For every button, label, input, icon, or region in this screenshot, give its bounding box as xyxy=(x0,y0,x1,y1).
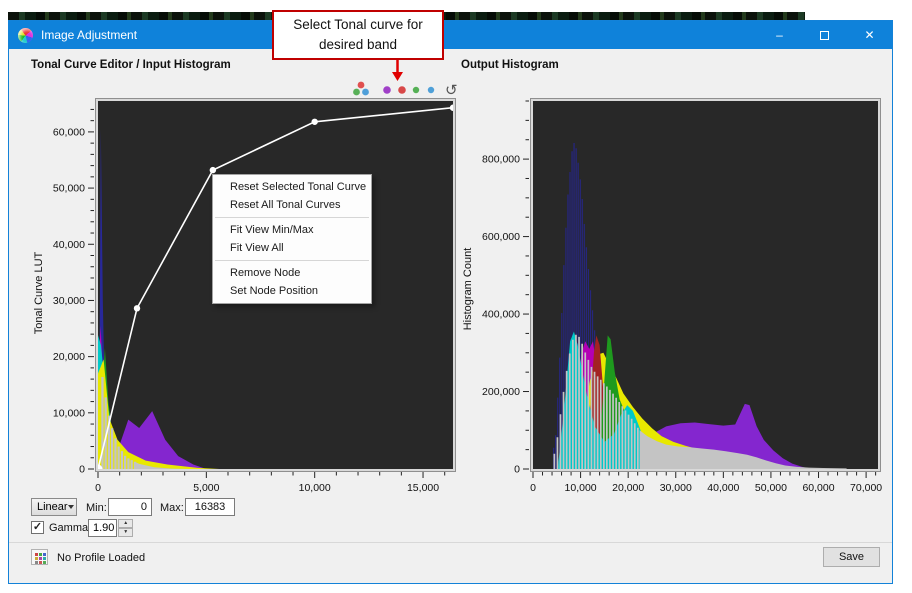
interpolation-value: Linear xyxy=(37,501,68,513)
screen: Image Adjustment – ✕ Tonal Curve Editor … xyxy=(0,0,912,593)
menu-item[interactable]: Fit View All xyxy=(213,239,371,257)
image-adjustment-dialog: Image Adjustment – ✕ Tonal Curve Editor … xyxy=(8,20,893,584)
x-tick-label: 60,000 xyxy=(802,482,834,494)
min-label: Min: xyxy=(86,502,107,514)
output-panel-title: Output Histogram xyxy=(461,59,559,71)
window-title: Image Adjustment xyxy=(41,28,137,42)
input-chart-ylabel: Tonal Curve LUT xyxy=(33,252,45,335)
x-tick-label: 0 xyxy=(95,482,101,494)
y-tick-label: 0 xyxy=(79,464,85,476)
x-tick-label: 70,000 xyxy=(850,482,882,494)
y-tick-label: 400,000 xyxy=(482,309,520,321)
maximize-button[interactable] xyxy=(802,21,847,49)
output-histogram-chart: 0 10,000 20,000 30,000 40,000 50,000 60,000 70,… xyxy=(456,96,891,496)
y-tick-label: 50,000 xyxy=(53,183,85,195)
menu-item[interactable]: Set Node Position xyxy=(213,282,371,300)
profile-grid-icon[interactable] xyxy=(31,549,48,565)
app-icon xyxy=(18,28,33,43)
max-input[interactable]: 16383 xyxy=(185,498,235,516)
y-tick-label: 10,000 xyxy=(53,407,85,419)
max-label: Max: xyxy=(160,502,184,514)
chevron-down-icon xyxy=(68,505,74,509)
all-bands-icon[interactable] xyxy=(353,89,360,96)
maximize-icon xyxy=(820,31,829,40)
y-tick-label: 800,000 xyxy=(482,154,520,166)
close-button[interactable]: ✕ xyxy=(847,21,892,49)
x-tick-label: 20,000 xyxy=(612,482,644,494)
min-input[interactable]: 0 xyxy=(108,498,152,516)
band-dot-icon[interactable] xyxy=(413,87,419,93)
gamma-spinner: 1.90 ▲ ▼ xyxy=(88,519,133,537)
menu-item[interactable]: Remove Node xyxy=(213,264,371,282)
x-tick-label: 10,000 xyxy=(299,482,331,494)
curve-node[interactable] xyxy=(210,167,216,173)
spin-down-icon[interactable]: ▼ xyxy=(118,528,133,537)
band-dot-icon[interactable] xyxy=(428,87,434,93)
band-dot-icon[interactable] xyxy=(383,86,391,94)
menu-item[interactable]: Fit View Min/Max xyxy=(213,221,371,239)
menu-item[interactable]: Reset All Tonal Curves xyxy=(213,196,371,214)
x-tick-label: 10,000 xyxy=(565,482,597,494)
spin-up-icon[interactable]: ▲ xyxy=(118,519,133,528)
gamma-value[interactable]: 1.90 xyxy=(88,519,117,537)
callout-arrow-icon xyxy=(389,60,406,82)
x-tick-label: 5,000 xyxy=(193,482,219,494)
band-dot-icon[interactable] xyxy=(398,86,406,94)
statusbar-separator xyxy=(9,542,892,543)
gamma-label: Gamma: xyxy=(49,522,91,534)
x-tick-label: 15,000 xyxy=(407,482,439,494)
menu-item[interactable]: Reset Selected Tonal Curve xyxy=(213,178,371,196)
all-bands-icon[interactable] xyxy=(358,82,365,89)
y-tick-label: 200,000 xyxy=(482,386,520,398)
input-panel-title: Tonal Curve Editor / Input Histogram xyxy=(31,59,231,71)
x-tick-label: 40,000 xyxy=(707,482,739,494)
x-tick-label: 50,000 xyxy=(755,482,787,494)
callout: Select Tonal curve for desired band xyxy=(272,10,444,60)
interpolation-dropdown[interactable]: Linear xyxy=(31,498,77,516)
y-tick-label: 30,000 xyxy=(53,295,85,307)
titlebar[interactable]: Image Adjustment – ✕ xyxy=(9,21,892,49)
output-chart-ylabel: Histogram Count xyxy=(462,248,474,331)
x-tick-label: 30,000 xyxy=(660,482,692,494)
menu-separator xyxy=(215,260,369,261)
y-tick-label: 600,000 xyxy=(482,231,520,243)
minimize-button[interactable]: – xyxy=(757,21,802,49)
x-tick-label: 0 xyxy=(530,482,536,494)
y-tick-label: 20,000 xyxy=(53,351,85,363)
y-tick-label: 0 xyxy=(514,464,520,476)
window-controls: – ✕ xyxy=(757,21,892,49)
y-tick-label: 40,000 xyxy=(53,239,85,251)
menu-separator xyxy=(215,217,369,218)
curve-node[interactable] xyxy=(134,305,140,311)
curve-node[interactable] xyxy=(311,119,317,125)
y-tick-label: 60,000 xyxy=(53,126,85,138)
gamma-checkbox[interactable]: ✓ xyxy=(31,521,44,534)
context-menu: Reset Selected Tonal CurveReset All Tona… xyxy=(212,174,372,304)
all-bands-icon[interactable] xyxy=(362,89,369,96)
status-message: No Profile Loaded xyxy=(57,552,145,564)
save-button[interactable]: Save xyxy=(823,547,880,567)
